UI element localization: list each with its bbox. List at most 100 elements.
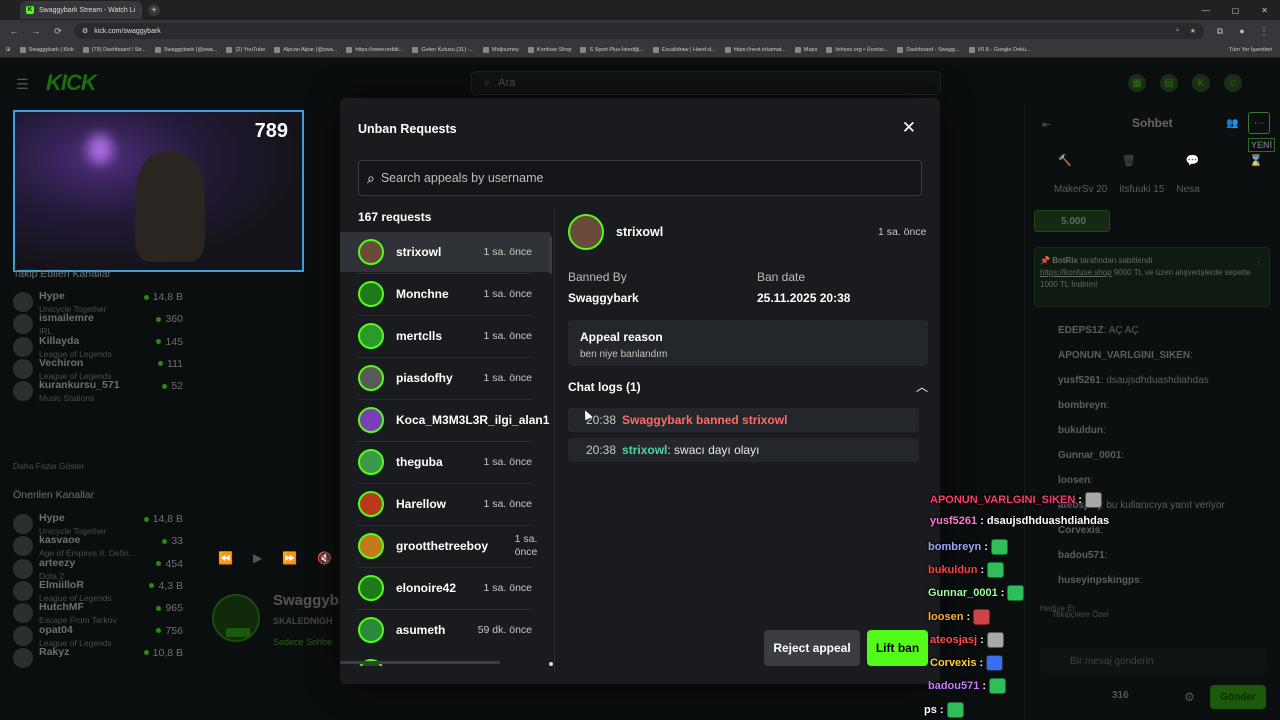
- tab-close-icon[interactable]: ✕: [140, 6, 142, 15]
- site-search[interactable]: ⌕ Ara: [471, 71, 941, 95]
- bookmark-item[interactable]: (2) YouTube: [226, 46, 265, 53]
- chat-username[interactable]: yusf5261: [1058, 375, 1101, 386]
- bookmark-item[interactable]: Alpcan Alpar (@swa...: [274, 46, 338, 53]
- sidebar-channel[interactable]: Rakyz 10,8 B: [13, 646, 183, 676]
- chat-username[interactable]: APONUN_VARLGINI_SIKEN: [1058, 350, 1190, 361]
- minimize-icon[interactable]: —: [1202, 6, 1210, 15]
- chat-username[interactable]: huseyinpskingps: [1058, 575, 1140, 586]
- extensions-icon[interactable]: ⧉: [1214, 26, 1226, 37]
- browser-tab[interactable]: K Swaggybark Stream - Watch Li ✕: [20, 1, 142, 19]
- request-row[interactable]: piasdofhy 1 sa. önce: [340, 358, 550, 398]
- request-row[interactable]: asumeth 59 dk. önce: [340, 610, 550, 650]
- zoom-icon[interactable]: ⌕: [1176, 27, 1180, 35]
- request-row[interactable]: strixowl 1 sa. önce: [340, 232, 550, 272]
- forward-icon[interactable]: →: [30, 26, 42, 36]
- request-row[interactable]: theguba 1 sa. önce: [340, 442, 550, 482]
- pinned-menu-icon[interactable]: ⋮: [1254, 257, 1263, 268]
- bookmark-item[interactable]: https://next.inkamat...: [724, 46, 786, 53]
- chat-username[interactable]: bombreyn: [1058, 400, 1106, 411]
- top-gifter[interactable]: itsfuuki 15: [1119, 184, 1164, 195]
- request-row[interactable]: Koca_M3M3L3R_ilgi_alan1: [340, 400, 550, 440]
- trash-icon[interactable]: 🗑: [1122, 154, 1136, 167]
- bookmark-item[interactable]: Maps: [794, 46, 817, 53]
- chat-username[interactable]: loosen: [1058, 475, 1090, 486]
- play-icon[interactable]: ▶: [253, 551, 262, 565]
- pinned-link[interactable]: https://konfuse.shop: [1040, 268, 1112, 277]
- menu-dots-icon[interactable]: ⋮: [1258, 26, 1270, 37]
- chat-username[interactable]: bukuldun: [1058, 425, 1103, 436]
- new-tab-button[interactable]: +: [148, 4, 160, 16]
- bookmark-label: S Sport Plus-İstediği...: [589, 46, 644, 53]
- bookmark-item[interactable]: S Sport Plus-İstediği...: [580, 46, 644, 53]
- chat-username[interactable]: Gunnar_0001: [1058, 450, 1121, 461]
- all-bookmarks[interactable]: Tüm Yer İşaretleri: [1229, 47, 1280, 53]
- avatar[interactable]: ☺: [1224, 74, 1242, 92]
- dashboard-icon[interactable]: ▦: [1128, 74, 1146, 92]
- top-gifter[interactable]: Nesa: [1176, 184, 1199, 195]
- stream-preview[interactable]: 789: [13, 110, 304, 272]
- chat-more-button[interactable]: ⋯: [1248, 112, 1270, 134]
- close-window-icon[interactable]: ✕: [1261, 6, 1268, 15]
- list-vertical-scrollbar[interactable]: [549, 236, 552, 274]
- sidebar-channel-name: Hype: [39, 290, 65, 302]
- top-gifter[interactable]: MakerSv 20: [1054, 184, 1107, 195]
- row-divider: [358, 273, 532, 274]
- bookmark-item[interactable]: Gelen Kutusu (31) -...: [412, 46, 474, 53]
- kick-logo[interactable]: KICK: [46, 70, 97, 96]
- bookmark-item[interactable]: https://www.reddit...: [346, 46, 403, 53]
- url-field[interactable]: ⚙ kick.com/swaggybark ⌕ ★: [74, 23, 1204, 39]
- hammer-icon[interactable]: 🔨: [1058, 154, 1072, 167]
- show-more-link[interactable]: Daha Fazla Göster: [13, 461, 84, 471]
- chat-settings-icon[interactable]: ⚙: [1184, 690, 1195, 704]
- back-icon[interactable]: ←: [8, 26, 20, 36]
- reject-appeal-button[interactable]: Reject appeal: [764, 630, 860, 666]
- request-row[interactable]: Monchne 1 sa. önce: [340, 274, 550, 314]
- bookmark-item[interactable]: Excalidraw | Hand-d...: [652, 46, 716, 53]
- log-username[interactable]: strixowl: [622, 443, 667, 457]
- chat-username[interactable]: EDEPS1Z: [1058, 325, 1104, 336]
- request-row[interactable]: grootthetreeboy 1 sa. önce: [340, 526, 550, 566]
- chevron-up-icon[interactable]: ︿: [916, 378, 928, 395]
- collapse-chat-icon[interactable]: ⇤: [1042, 118, 1051, 131]
- bookmark-item[interactable]: (79) Dashboard / Str...: [82, 46, 146, 53]
- bookmark-item[interactable]: V0.8 - Google Dokü...: [968, 46, 1030, 53]
- rewind-icon[interactable]: ⏪: [218, 551, 233, 565]
- users-icon[interactable]: 👥: [1226, 118, 1238, 129]
- maximize-icon[interactable]: ▢: [1232, 6, 1240, 15]
- send-button[interactable]: Gönder: [1210, 685, 1266, 709]
- bookmark-item[interactable]: Swaggybark | Kick: [19, 46, 74, 53]
- studio-icon[interactable]: ▤: [1160, 74, 1178, 92]
- bookmark-favicon-icon: [346, 46, 353, 53]
- sidebar-channel[interactable]: kurankursu_571 Music Stations 52: [13, 379, 183, 409]
- close-icon[interactable]: ✕: [902, 118, 916, 138]
- bookmark-item[interactable]: lichess.org • Ücretsi...: [826, 46, 888, 53]
- site-info-icon[interactable]: ⚙: [82, 27, 88, 35]
- request-row[interactable]: mertclls 1 sa. önce: [340, 316, 550, 356]
- hamburger-menu-icon[interactable]: ☰: [16, 76, 29, 93]
- lift-ban-button[interactable]: Lift ban: [867, 630, 928, 666]
- profile-icon[interactable]: ●: [1236, 26, 1248, 36]
- reload-icon[interactable]: ⟳: [52, 26, 64, 37]
- chat-input[interactable]: Bir mesaj gönderin: [1040, 648, 1266, 674]
- fast-forward-icon[interactable]: ⏩: [282, 551, 297, 565]
- appeal-search-input[interactable]: [380, 171, 901, 185]
- bookmark-item[interactable]: Konfuse Shop: [527, 46, 571, 53]
- list-horizontal-scrollbar[interactable]: [340, 661, 500, 664]
- kick-k-icon[interactable]: K: [1192, 74, 1210, 92]
- apps-icon[interactable]: ⊞: [6, 47, 11, 53]
- bookmark-item[interactable]: Midjourney: [483, 46, 519, 53]
- bookmark-item[interactable]: Dashboard - Swagg...: [897, 46, 960, 53]
- request-row[interactable]: elonoire42 1 sa. önce: [340, 568, 550, 608]
- bookmark-item[interactable]: Swaggybark (@swa...: [154, 46, 217, 53]
- bookmark-star-icon[interactable]: ★: [1190, 27, 1196, 35]
- chat-goal[interactable]: 5.000: [1034, 210, 1110, 232]
- chat-username[interactable]: badou571: [1058, 550, 1105, 561]
- chat-mod-tools: 🔨 🗑 💬 ⌛: [1058, 154, 1263, 167]
- mute-icon[interactable]: 🔇: [317, 551, 332, 565]
- request-row[interactable]: Harellow 1 sa. önce: [340, 484, 550, 524]
- bookmark-label: Alpcan Alpar (@swa...: [283, 46, 338, 53]
- chat-logs-toggle[interactable]: Chat logs (1) ︿: [568, 378, 928, 395]
- chat-bubble-icon[interactable]: 💬: [1186, 154, 1200, 167]
- hourglass-icon[interactable]: ⌛: [1249, 154, 1263, 167]
- request-username: grootthetreeboy: [396, 539, 489, 553]
